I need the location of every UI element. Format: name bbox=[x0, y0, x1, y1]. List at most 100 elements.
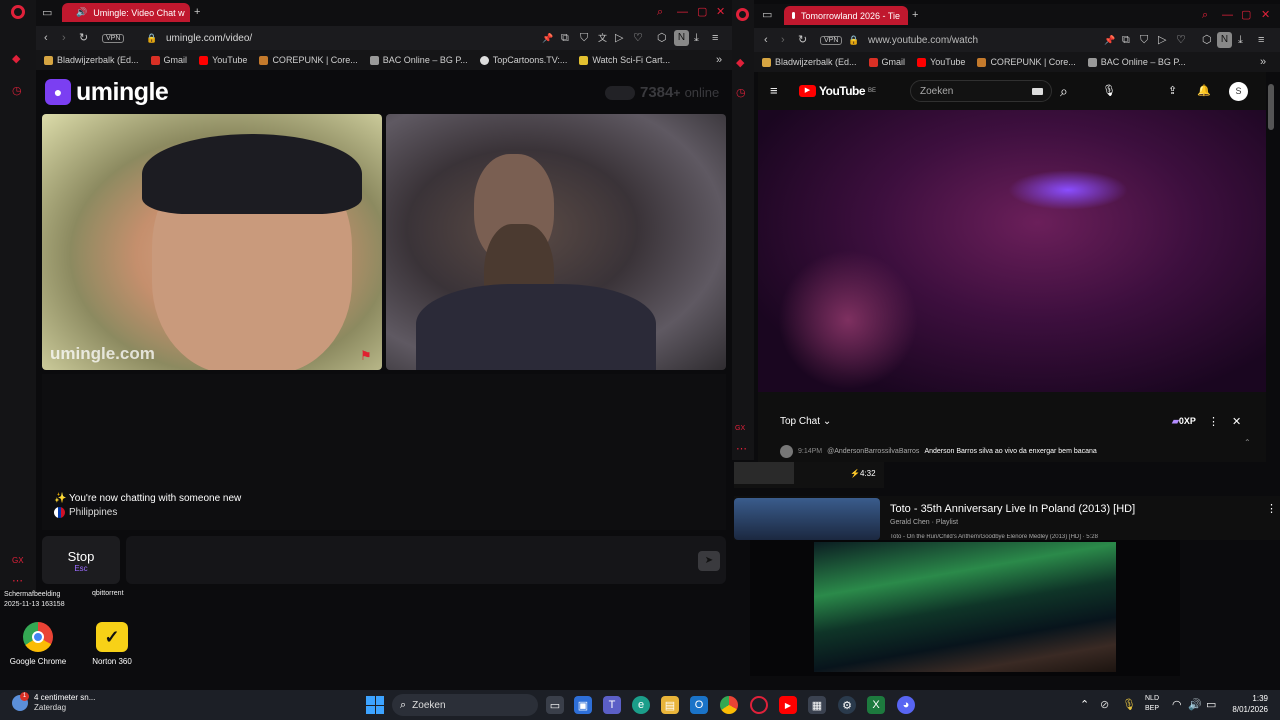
outlook-icon[interactable]: O bbox=[690, 696, 708, 714]
play-icon[interactable]: ▷ bbox=[615, 31, 623, 45]
scroll-up-icon[interactable]: ⌃ bbox=[1244, 436, 1251, 450]
umingle-logo[interactable]: umingle bbox=[76, 78, 169, 107]
online-toggle[interactable] bbox=[605, 86, 635, 100]
pin-icon[interactable]: 📌 bbox=[542, 31, 553, 45]
tray-overflow-icon[interactable]: ⌃ bbox=[1080, 698, 1089, 712]
battery-icon[interactable]: ▭ bbox=[1206, 698, 1216, 712]
qbittorrent-file[interactable]: qbittorrent bbox=[92, 590, 124, 597]
chrome-shortcut[interactable]: Google Chrome bbox=[8, 622, 68, 666]
search-tabs-icon[interactable]: ⌕ bbox=[657, 5, 663, 19]
clock[interactable]: 1:39 8/01/2026 bbox=[1226, 693, 1268, 715]
minimize-button[interactable]: — bbox=[677, 5, 688, 19]
new-tab-button[interactable]: + bbox=[194, 5, 200, 19]
bookmark-item[interactable]: Gmail bbox=[150, 55, 187, 65]
store-icon[interactable]: ▣ bbox=[574, 696, 592, 714]
taskbar-search[interactable]: ⌕ Zoeken bbox=[392, 694, 538, 716]
search-icon[interactable]: ⌕ bbox=[1060, 84, 1068, 98]
more-icon[interactable]: ⋯ bbox=[736, 442, 747, 456]
shield-icon[interactable]: ⛉ bbox=[1140, 33, 1148, 47]
shield-icon[interactable]: ⛉ bbox=[580, 31, 588, 45]
task-view-icon[interactable]: ▭ bbox=[546, 696, 564, 714]
download-icon[interactable]: ⤓ bbox=[1238, 33, 1243, 47]
opera-logo-icon[interactable] bbox=[11, 5, 25, 19]
extensions-icon[interactable]: ⬡ bbox=[657, 31, 667, 45]
forward-icon[interactable]: › bbox=[62, 31, 66, 45]
stop-button[interactable]: Stop Esc bbox=[42, 536, 120, 584]
edge-icon[interactable]: e bbox=[632, 696, 650, 714]
tab-list-icon[interactable]: ▭ bbox=[762, 8, 772, 22]
bookmark-item[interactable]: BAC Online – BG P... bbox=[369, 55, 468, 65]
screenshot-file[interactable]: Schermafbeelding 2025-11-13 163158 bbox=[4, 590, 84, 610]
gx-icon[interactable]: GX bbox=[12, 554, 24, 568]
menu-icon[interactable]: ≡ bbox=[712, 31, 718, 45]
translate-icon[interactable]: 文 bbox=[598, 31, 607, 45]
umingle-logo-icon[interactable]: ● bbox=[45, 79, 71, 105]
pin-icon[interactable]: 📌 bbox=[1104, 33, 1115, 47]
back-icon[interactable]: ‹ bbox=[44, 31, 48, 45]
opera-logo-icon[interactable] bbox=[736, 8, 749, 21]
wifi-icon[interactable]: ◠ bbox=[1172, 698, 1182, 712]
bookmark-item[interactable]: YouTube bbox=[199, 55, 247, 65]
more-icon[interactable]: ⋯ bbox=[12, 574, 23, 588]
vpn-badge[interactable]: VPN bbox=[820, 36, 843, 45]
vpn-badge[interactable]: VPN bbox=[102, 34, 125, 43]
notifications-icon[interactable]: 🔔 bbox=[1197, 84, 1211, 98]
extensions-icon[interactable]: ⬡ bbox=[1202, 33, 1212, 47]
teams-icon[interactable]: T bbox=[603, 696, 621, 714]
recommendation-item[interactable]: Toto - 35th Anniversary Live In Poland (… bbox=[734, 496, 1280, 540]
report-flag-icon[interactable]: ⚑ bbox=[360, 348, 372, 364]
upload-icon[interactable]: ⇪ bbox=[1168, 84, 1177, 98]
volume-icon[interactable]: 🔊 bbox=[1188, 698, 1202, 712]
network-off-icon[interactable]: ⊘ bbox=[1100, 698, 1109, 712]
forward-icon[interactable]: › bbox=[781, 33, 785, 47]
bookmark-item[interactable]: Watch Sci-Fi Cart... bbox=[579, 55, 670, 65]
speaker-icon[interactable]: 🔊 bbox=[76, 7, 87, 18]
norton-shortcut[interactable]: ✓ Norton 360 bbox=[82, 622, 142, 666]
chat-close-icon[interactable]: ✕ bbox=[1232, 415, 1241, 429]
chrome-taskbar-icon[interactable] bbox=[720, 696, 738, 714]
messenger-icon[interactable]: ◆ bbox=[736, 56, 744, 70]
chat-more-icon[interactable]: ⋮ bbox=[1208, 415, 1219, 429]
calculator-icon[interactable]: ▦ bbox=[808, 696, 826, 714]
shorts-strip[interactable]: ⚡4:32 bbox=[734, 462, 884, 488]
opera-gx-taskbar-icon[interactable] bbox=[750, 696, 768, 714]
bookmarks-overflow-icon[interactable]: » bbox=[1260, 55, 1266, 69]
close-window-button[interactable]: ✕ bbox=[1261, 8, 1270, 22]
bookmark-item[interactable]: Gmail bbox=[868, 57, 905, 67]
steam-icon[interactable]: ⚙ bbox=[838, 696, 856, 714]
gx-icon[interactable]: GX bbox=[735, 422, 745, 436]
start-button[interactable] bbox=[366, 696, 384, 714]
bookmark-item[interactable]: YouTube bbox=[917, 57, 965, 67]
keyboard-icon[interactable] bbox=[1032, 88, 1043, 95]
maximize-button[interactable]: ▢ bbox=[1241, 8, 1251, 22]
download-icon[interactable]: ⤓ bbox=[694, 31, 699, 45]
heart-icon[interactable]: ♡ bbox=[633, 31, 643, 45]
search-tabs-icon[interactable]: ⌕ bbox=[1202, 8, 1208, 22]
language-indicator[interactable]: NLD BEP bbox=[1145, 694, 1159, 714]
bookmark-item[interactable]: Bladwijzerbalk (Ed... bbox=[762, 57, 857, 67]
back-icon[interactable]: ‹ bbox=[764, 33, 768, 47]
excel-icon[interactable]: X bbox=[867, 696, 885, 714]
menu-icon[interactable]: ≡ bbox=[1258, 33, 1264, 47]
bookmark-item[interactable]: TopCartoons.TV:... bbox=[479, 55, 567, 65]
tab-umingle[interactable]: 🔊 Umingle: Video Chat w bbox=[62, 3, 190, 22]
snapshot-icon[interactable]: ⧉ bbox=[1122, 33, 1130, 47]
send-button[interactable]: ➤ bbox=[698, 551, 720, 571]
url-text[interactable]: umingle.com/video/ bbox=[166, 33, 252, 44]
youtube-taskbar-icon[interactable]: ▶ bbox=[779, 696, 797, 714]
bookmark-item[interactable]: BAC Online – BG P... bbox=[1087, 57, 1186, 67]
maximize-button[interactable]: ▢ bbox=[697, 5, 707, 19]
play-icon[interactable]: ▷ bbox=[1158, 33, 1166, 47]
bookmarks-overflow-icon[interactable]: » bbox=[716, 53, 722, 67]
close-window-button[interactable]: ✕ bbox=[716, 5, 725, 19]
bookmark-item[interactable]: COREPUNK | Core... bbox=[259, 55, 358, 65]
microphone-icon[interactable]: 🎙 bbox=[1102, 84, 1116, 98]
recommendation-more-icon[interactable]: ⋮ bbox=[1266, 502, 1277, 516]
youtube-video-player[interactable] bbox=[758, 110, 1266, 392]
page-scrollbar[interactable] bbox=[1268, 84, 1274, 130]
bookmark-item[interactable]: Bladwijzerbalk (Ed... bbox=[44, 55, 139, 65]
bookmark-item[interactable]: COREPUNK | Core... bbox=[977, 57, 1076, 67]
history-icon[interactable]: ◷ bbox=[736, 86, 746, 100]
message-input[interactable] bbox=[126, 536, 726, 584]
file-explorer-icon[interactable]: ▤ bbox=[661, 696, 679, 714]
